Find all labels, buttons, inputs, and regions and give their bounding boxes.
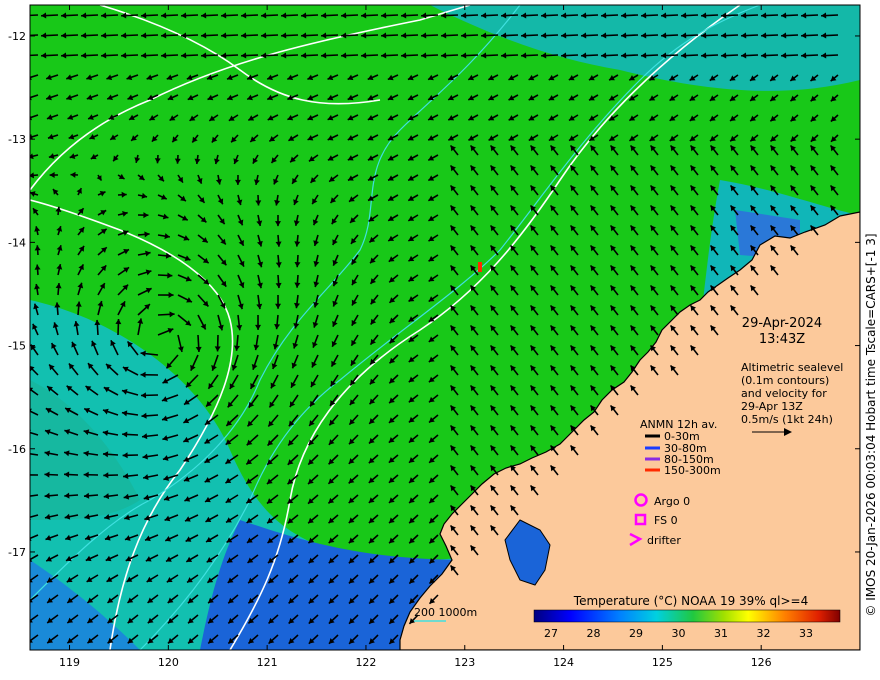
y-tick-label: -15: [8, 340, 26, 353]
x-tick-label: 121: [257, 656, 278, 669]
colorbar-gradient: [533, 609, 841, 623]
svg-text:150-300m: 150-300m: [664, 464, 721, 477]
colorbar-tick-label: 27: [544, 627, 558, 640]
colorbar-tick-label: 29: [629, 627, 643, 640]
velocity-arrow-head: [21, 13, 26, 19]
y-tick-label: -16: [8, 443, 26, 456]
info-line-3: and velocity for: [741, 387, 827, 400]
x-tick-label: 119: [59, 656, 80, 669]
x-tick-label: 123: [454, 656, 475, 669]
depth-label: 200 1000m: [414, 606, 477, 619]
info-line-4: 29-Apr 13Z: [741, 400, 803, 413]
info-line-1: Altimetric sealevel: [741, 361, 843, 374]
side-label: © IMOS 20-Jan-2026 00:03:04 Hobart time …: [864, 233, 878, 616]
fs-label: FS 0: [654, 514, 678, 527]
y-tick-label: -17: [8, 546, 26, 559]
colorbar-tick-label: 33: [799, 627, 813, 640]
mooring-marker: [478, 262, 482, 272]
info-time: 13:43Z: [759, 332, 805, 347]
velocity-arrow-head: [30, 497, 31, 500]
colorbar-title: Temperature (°C) NOAA 19 39% ql>=4: [573, 594, 808, 608]
x-tick-label: 124: [553, 656, 574, 669]
colorbar-tick-label: 30: [672, 627, 686, 640]
x-tick-label: 126: [751, 656, 772, 669]
depth-scale: 200 1000m: [414, 606, 477, 622]
argo-label: Argo 0: [654, 495, 690, 508]
x-tick-label: 122: [355, 656, 376, 669]
sst-map: 119 120 121 122 123 124 125 126 -12 -13 -14 -15 -16…: [8, 4, 878, 669]
velocity-arrow-head: [25, 472, 30, 478]
colorbar-tick-label: 31: [714, 627, 728, 640]
x-tick-label: 125: [652, 656, 673, 669]
velocity-arrow-head: [21, 53, 26, 59]
colorbar-tick-label: 32: [757, 627, 771, 640]
drifter-label: drifter: [647, 534, 681, 547]
info-line-2: (0.1m contours): [741, 374, 829, 387]
x-tick-label: 120: [158, 656, 179, 669]
y-tick-label: -13: [8, 133, 26, 146]
info-line-5: 0.5m/s (1kt 24h): [741, 413, 833, 426]
plot-area: [21, 5, 860, 650]
colorbar-tick-label: 28: [587, 627, 601, 640]
info-date: 29-Apr-2024: [742, 316, 822, 331]
y-tick-label: -14: [8, 236, 26, 249]
y-tick-label: -12: [8, 30, 26, 43]
